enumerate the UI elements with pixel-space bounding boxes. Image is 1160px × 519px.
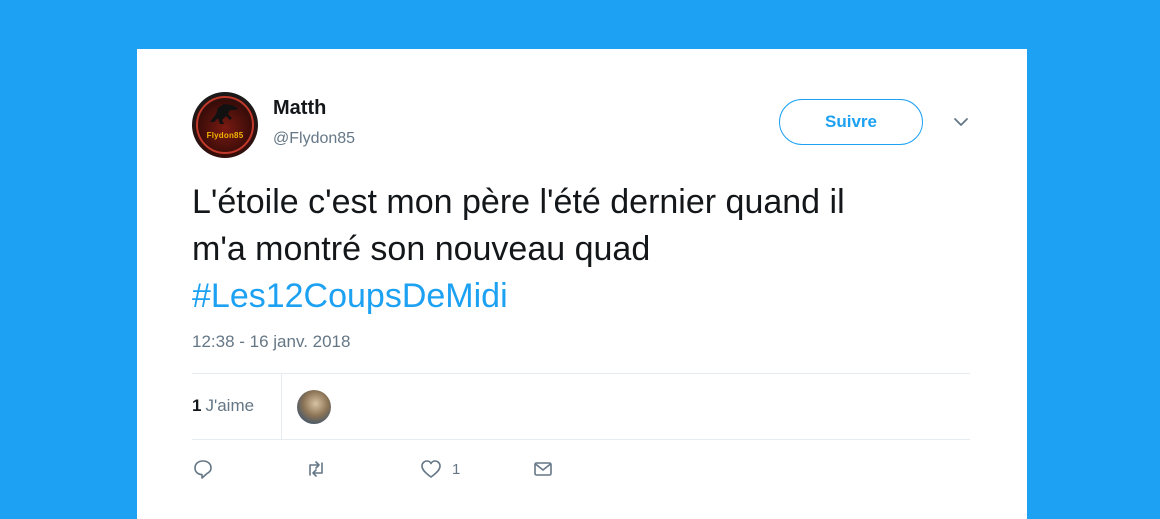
tweet-timestamp[interactable]: 12:38 - 16 janv. 2018 [192, 332, 350, 352]
likes-label: J'aime [205, 396, 255, 415]
divider [192, 439, 970, 440]
avatar-logo-text: Flydon85 [206, 131, 244, 140]
user-avatar[interactable]: Flydon85 [192, 92, 258, 158]
liker-avatar[interactable] [297, 390, 331, 424]
action-bar: 1 [192, 454, 592, 484]
retweet-icon [309, 461, 323, 477]
envelope-icon [534, 462, 552, 476]
tweet-line-2: m'a montré son nouveau quad [192, 230, 651, 268]
dinosaur-logo-icon [210, 104, 238, 124]
like-button[interactable]: 1 [420, 454, 460, 484]
reply-icon [194, 460, 212, 479]
retweet-button[interactable] [305, 454, 327, 484]
tweet-line-1: L'étoile c'est mon père l'été dernier qu… [192, 183, 845, 221]
tweet-text: L'étoile c'est mon père l'été dernier qu… [192, 179, 982, 320]
display-name[interactable]: Matth [273, 97, 326, 120]
like-count: 1 [452, 460, 461, 478]
chevron-down-icon[interactable] [952, 113, 970, 131]
likes-row: 1 J'aime [192, 374, 970, 440]
likes-stat[interactable]: 1 J'aime [192, 396, 254, 416]
follow-button[interactable]: Suivre [779, 99, 923, 145]
user-handle[interactable]: @Flydon85 [273, 130, 355, 148]
tweet-card: Flydon85 Matth @Flydon85 Suivre L'étoile… [137, 49, 1027, 519]
direct-message-button[interactable] [532, 454, 554, 484]
vertical-divider [281, 374, 282, 440]
hashtag-link[interactable]: #Les12CoupsDeMidi [192, 273, 982, 320]
likes-count: 1 [192, 396, 202, 415]
heart-icon [421, 460, 441, 478]
reply-button[interactable] [192, 454, 214, 484]
